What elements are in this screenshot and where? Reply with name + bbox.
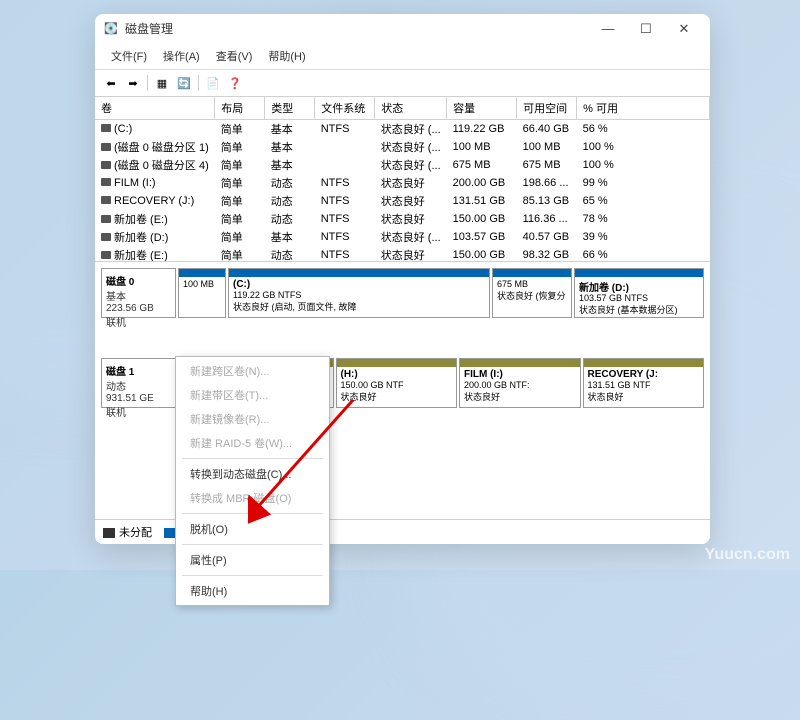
maximize-button[interactable]: ☐ [636, 21, 656, 37]
disk1-part5[interactable]: RECOVERY (J: 131.51 GB NTF 状态良好 [583, 358, 705, 408]
legend-unalloc: 未分配 [119, 527, 152, 539]
forward-icon[interactable]: ➡ [123, 73, 143, 93]
table-row[interactable]: (C:)简单基本NTFS状态良好 (...119.22 GB66.40 GB56… [95, 120, 710, 139]
col-layout[interactable]: 布局 [215, 97, 265, 120]
disk-0-row: 磁盘 0 基本 223.56 GB 联机 100 MB (C:) 119.22 … [101, 268, 704, 318]
col-capacity[interactable]: 容量 [447, 97, 517, 120]
disk0-part2[interactable]: (C:) 119.22 GB NTFS 状态良好 (启动, 页面文件, 故障 [228, 268, 490, 318]
table-row[interactable]: RECOVERY (J:)简单动态NTFS状态良好131.51 GB85.13 … [95, 192, 710, 210]
table-row[interactable]: FILM (I:)简单动态NTFS状态良好200.00 GB198.66 ...… [95, 174, 710, 192]
menu-file[interactable]: 文件(F) [103, 45, 155, 67]
close-button[interactable]: ✕ [674, 21, 694, 37]
refresh-icon[interactable]: 🔄 [174, 73, 194, 93]
cm-new-raid5: 新建 RAID-5 卷(W)... [178, 431, 327, 455]
cm-to-mbr: 转换成 MBR 磁盘(O) [178, 486, 327, 510]
menu-view[interactable]: 查看(V) [208, 45, 261, 67]
volume-table[interactable]: 卷 布局 类型 文件系统 状态 容量 可用空间 % 可用 (C:)简单基本NTF… [95, 97, 710, 262]
disk1-part4[interactable]: FILM (I:) 200.00 GB NTF: 状态良好 [459, 358, 581, 408]
menu-help[interactable]: 帮助(H) [260, 45, 313, 67]
col-status[interactable]: 状态 [375, 97, 447, 120]
disk0-part1[interactable]: 100 MB [178, 268, 226, 318]
minimize-button[interactable]: — [598, 21, 618, 37]
table-row[interactable]: 新加卷 (E:)简单动态NTFS状态良好150.00 GB98.32 GB66 … [95, 246, 710, 262]
menu-action[interactable]: 操作(A) [155, 45, 208, 67]
col-pct[interactable]: % 可用 [577, 97, 710, 120]
cm-properties[interactable]: 属性(P) [178, 548, 327, 572]
col-volume[interactable]: 卷 [95, 97, 215, 120]
back-icon[interactable]: ⬅ [101, 73, 121, 93]
table-row[interactable]: 新加卷 (D:)简单基本NTFS状态良好 (...103.57 GB40.57 … [95, 228, 710, 246]
help-icon[interactable]: ❓ [225, 73, 245, 93]
table-row[interactable]: (磁盘 0 磁盘分区 4)简单基本状态良好 (...675 MB675 MB10… [95, 156, 710, 174]
app-icon: 💽 [103, 21, 119, 37]
disk0-part3[interactable]: 675 MB 状态良好 (恢复分 [492, 268, 572, 318]
cm-offline[interactable]: 脱机(O) [178, 517, 327, 541]
context-menu: 新建跨区卷(N)... 新建带区卷(T)... 新建镜像卷(R)... 新建 R… [175, 356, 330, 606]
sheet-icon[interactable]: 📄 [203, 73, 223, 93]
toolbar: ⬅ ➡ ▦ 🔄 📄 ❓ [95, 70, 710, 97]
list-icon[interactable]: ▦ [152, 73, 172, 93]
cm-new-mirror: 新建镜像卷(R)... [178, 407, 327, 431]
table-row[interactable]: 新加卷 (E:)简单动态NTFS状态良好150.00 GB116.36 ...7… [95, 210, 710, 228]
menubar: 文件(F) 操作(A) 查看(V) 帮助(H) [95, 43, 710, 70]
titlebar: 💽 磁盘管理 — ☐ ✕ [95, 14, 710, 43]
cm-new-span: 新建跨区卷(N)... [178, 359, 327, 383]
cm-to-dynamic[interactable]: 转换到动态磁盘(C)... [178, 462, 327, 486]
cm-new-stripe: 新建带区卷(T)... [178, 383, 327, 407]
col-free[interactable]: 可用空间 [517, 97, 577, 120]
disk-0-header[interactable]: 磁盘 0 基本 223.56 GB 联机 [101, 268, 176, 318]
window-title: 磁盘管理 [125, 20, 598, 37]
col-fs[interactable]: 文件系统 [315, 97, 375, 120]
disk1-part3[interactable]: (H:) 150.00 GB NTF 状态良好 [336, 358, 458, 408]
col-type[interactable]: 类型 [265, 97, 315, 120]
cm-help[interactable]: 帮助(H) [178, 579, 327, 603]
watermark: Yuucn.com [705, 546, 790, 564]
table-row[interactable]: (磁盘 0 磁盘分区 1)简单基本状态良好 (...100 MB100 MB10… [95, 138, 710, 156]
disk0-part4[interactable]: 新加卷 (D:) 103.57 GB NTFS 状态良好 (基本数据分区) [574, 268, 704, 318]
disk-1-header[interactable]: 磁盘 1 动态 931.51 GE 联机 [101, 358, 176, 408]
